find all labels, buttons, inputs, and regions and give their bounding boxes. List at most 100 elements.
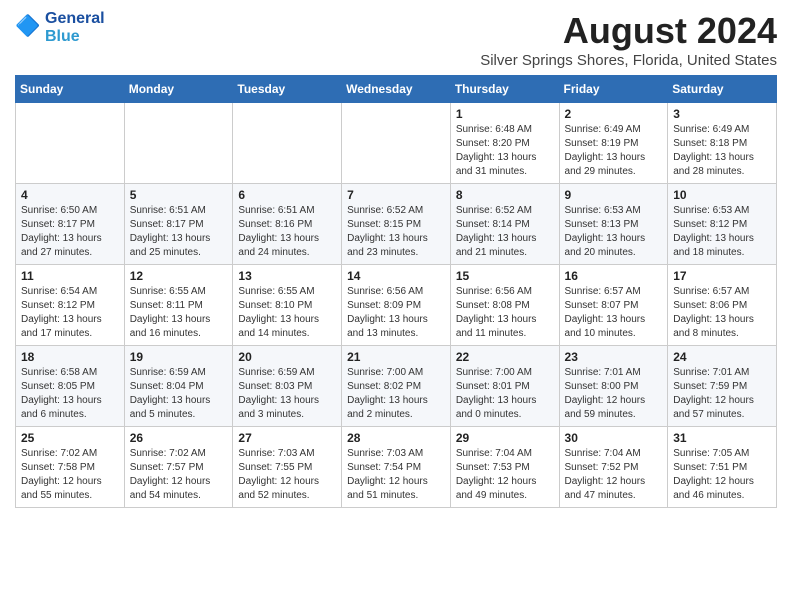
day-number: 27 — [238, 431, 336, 445]
day-number: 14 — [347, 269, 445, 283]
day-info: Sunrise: 6:57 AMSunset: 8:06 PMDaylight:… — [673, 285, 771, 341]
calendar-cell: 21 Sunrise: 7:00 AMSunset: 8:02 PMDayligh… — [342, 346, 451, 427]
calendar-cell: 2Sunrise: 6:49 AMSunset: 8:19 PMDaylight… — [559, 103, 668, 184]
day-number: 5 — [130, 188, 228, 202]
calendar-cell: 3Sunrise: 6:49 AMSunset: 8:18 PMDaylight… — [668, 103, 777, 184]
day-info: Sunrise: 6:53 AMSunset: 8:13 PMDaylight:… — [565, 204, 663, 260]
calendar-cell: 8 Sunrise: 6:52 AMSunset: 8:14 PMDaylight… — [450, 184, 559, 265]
day-info: Sunrise: 7:00 AMSunset: 8:02 PMDaylight:… — [347, 366, 445, 422]
day-number: 24 — [673, 350, 771, 364]
day-info: Sunrise: 7:04 AMSunset: 7:53 PMDaylight:… — [456, 447, 554, 503]
day-number: 1 — [456, 107, 554, 121]
day-info: Sunrise: 6:55 AMSunset: 8:11 PMDaylight:… — [130, 285, 228, 341]
calendar-cell — [233, 103, 342, 184]
day-number: 8 — [456, 188, 554, 202]
day-info: Sunrise: 6:56 AMSunset: 8:09 PMDaylight:… — [347, 285, 445, 341]
calendar-cell — [16, 103, 125, 184]
calendar-cell: 9 Sunrise: 6:53 AMSunset: 8:13 PMDaylight… — [559, 184, 668, 265]
day-info: Sunrise: 7:01 AMSunset: 7:59 PMDaylight:… — [673, 366, 771, 422]
day-number: 30 — [565, 431, 663, 445]
calendar-cell: 11 Sunrise: 6:54 AMSunset: 8:12 PMDayligh… — [16, 265, 125, 346]
weekday-header-friday: Friday — [559, 76, 668, 103]
calendar-cell: 10 Sunrise: 6:53 AMSunset: 8:12 PMDayligh… — [668, 184, 777, 265]
calendar-header: SundayMondayTuesdayWednesdayThursdayFrid… — [16, 76, 777, 103]
calendar-cell: 28Sunrise: 7:03 AMSunset: 7:54 PMDayligh… — [342, 427, 451, 508]
calendar-cell: 23 Sunrise: 7:01 AMSunset: 8:00 PMDayligh… — [559, 346, 668, 427]
weekday-header-tuesday: Tuesday — [233, 76, 342, 103]
day-info: Sunrise: 6:59 AMSunset: 8:04 PMDaylight:… — [130, 366, 228, 422]
day-info: Sunrise: 6:48 AMSunset: 8:20 PMDaylight:… — [456, 123, 554, 179]
day-number: 31 — [673, 431, 771, 445]
day-info: Sunrise: 7:00 AMSunset: 8:01 PMDaylight:… — [456, 366, 554, 422]
day-number: 22 — [456, 350, 554, 364]
day-number: 4 — [21, 188, 119, 202]
day-number: 25 — [21, 431, 119, 445]
day-number: 6 — [238, 188, 336, 202]
calendar-cell: 1 Sunrise: 6:48 AMSunset: 8:20 PMDaylight… — [450, 103, 559, 184]
calendar-week-row: 11 Sunrise: 6:54 AMSunset: 8:12 PMDayligh… — [16, 265, 777, 346]
weekday-header-thursday: Thursday — [450, 76, 559, 103]
page-subtitle: Silver Springs Shores, Florida, United S… — [480, 52, 777, 69]
day-number: 12 — [130, 269, 228, 283]
day-number: 20 — [238, 350, 336, 364]
day-info: Sunrise: 6:59 AMSunset: 8:03 PMDaylight:… — [238, 366, 336, 422]
day-info: Sunrise: 6:53 AMSunset: 8:12 PMDaylight:… — [673, 204, 771, 260]
day-info: Sunrise: 6:55 AMSunset: 8:10 PMDaylight:… — [238, 285, 336, 341]
weekday-header-sunday: Sunday — [16, 76, 125, 103]
calendar-cell: 5 Sunrise: 6:51 AMSunset: 8:17 PMDaylight… — [124, 184, 233, 265]
day-number: 15 — [456, 269, 554, 283]
calendar-cell: 17 Sunrise: 6:57 AMSunset: 8:06 PMDayligh… — [668, 265, 777, 346]
day-number: 29 — [456, 431, 554, 445]
weekday-header-saturday: Saturday — [668, 76, 777, 103]
day-info: Sunrise: 6:52 AMSunset: 8:14 PMDaylight:… — [456, 204, 554, 260]
calendar-cell: 31Sunrise: 7:05 AMSunset: 7:51 PMDayligh… — [668, 427, 777, 508]
day-info: Sunrise: 6:51 AMSunset: 8:17 PMDaylight:… — [130, 204, 228, 260]
calendar-cell: 4Sunrise: 6:50 AMSunset: 8:17 PMDaylight… — [16, 184, 125, 265]
day-number: 7 — [347, 188, 445, 202]
logo-icon: 🔷 — [15, 14, 43, 42]
calendar-cell: 7 Sunrise: 6:52 AMSunset: 8:15 PMDaylight… — [342, 184, 451, 265]
day-info: Sunrise: 6:57 AMSunset: 8:07 PMDaylight:… — [565, 285, 663, 341]
day-info: Sunrise: 7:03 AMSunset: 7:55 PMDaylight:… — [238, 447, 336, 503]
calendar-cell: 19 Sunrise: 6:59 AMSunset: 8:04 PMDayligh… — [124, 346, 233, 427]
calendar-cell: 26Sunrise: 7:02 AMSunset: 7:57 PMDayligh… — [124, 427, 233, 508]
calendar-cell: 12 Sunrise: 6:55 AMSunset: 8:11 PMDayligh… — [124, 265, 233, 346]
day-info: Sunrise: 6:52 AMSunset: 8:15 PMDaylight:… — [347, 204, 445, 260]
day-info: Sunrise: 7:01 AMSunset: 8:00 PMDaylight:… — [565, 366, 663, 422]
calendar-cell: 14 Sunrise: 6:56 AMSunset: 8:09 PMDayligh… — [342, 265, 451, 346]
day-number: 9 — [565, 188, 663, 202]
calendar-cell — [124, 103, 233, 184]
day-info: Sunrise: 6:56 AMSunset: 8:08 PMDaylight:… — [456, 285, 554, 341]
day-info: Sunrise: 7:02 AMSunset: 7:58 PMDaylight:… — [21, 447, 119, 503]
calendar-cell: 15 Sunrise: 6:56 AMSunset: 8:08 PMDayligh… — [450, 265, 559, 346]
day-number: 23 — [565, 350, 663, 364]
calendar-week-row: 1 Sunrise: 6:48 AMSunset: 8:20 PMDaylight… — [16, 103, 777, 184]
day-info: Sunrise: 6:58 AMSunset: 8:05 PMDaylight:… — [21, 366, 119, 422]
day-number: 3 — [673, 107, 771, 121]
day-info: Sunrise: 7:04 AMSunset: 7:52 PMDaylight:… — [565, 447, 663, 503]
calendar-cell: 29 Sunrise: 7:04 AMSunset: 7:53 PMDayligh… — [450, 427, 559, 508]
calendar-cell: 20 Sunrise: 6:59 AMSunset: 8:03 PMDayligh… — [233, 346, 342, 427]
day-info: Sunrise: 6:54 AMSunset: 8:12 PMDaylight:… — [21, 285, 119, 341]
day-info: Sunrise: 7:03 AMSunset: 7:54 PMDaylight:… — [347, 447, 445, 503]
day-number: 17 — [673, 269, 771, 283]
day-info: Sunrise: 6:51 AMSunset: 8:16 PMDaylight:… — [238, 204, 336, 260]
calendar-cell: 24 Sunrise: 7:01 AMSunset: 7:59 PMDayligh… — [668, 346, 777, 427]
calendar-body: 1 Sunrise: 6:48 AMSunset: 8:20 PMDaylight… — [16, 103, 777, 508]
calendar-cell: 18Sunrise: 6:58 AMSunset: 8:05 PMDayligh… — [16, 346, 125, 427]
day-number: 10 — [673, 188, 771, 202]
logo: 🔷 General Blue — [15, 10, 105, 45]
calendar-cell: 13Sunrise: 6:55 AMSunset: 8:10 PMDayligh… — [233, 265, 342, 346]
day-number: 11 — [21, 269, 119, 283]
day-number: 16 — [565, 269, 663, 283]
calendar-cell: 30 Sunrise: 7:04 AMSunset: 7:52 PMDayligh… — [559, 427, 668, 508]
day-info: Sunrise: 6:49 AMSunset: 8:19 PMDaylight:… — [565, 123, 663, 179]
calendar-cell: 6 Sunrise: 6:51 AMSunset: 8:16 PMDaylight… — [233, 184, 342, 265]
calendar-table: SundayMondayTuesdayWednesdayThursdayFrid… — [15, 75, 777, 508]
day-number: 21 — [347, 350, 445, 364]
day-number: 19 — [130, 350, 228, 364]
calendar-cell: 22 Sunrise: 7:00 AMSunset: 8:01 PMDayligh… — [450, 346, 559, 427]
calendar-week-row: 4Sunrise: 6:50 AMSunset: 8:17 PMDaylight… — [16, 184, 777, 265]
calendar-cell: 25 Sunrise: 7:02 AMSunset: 7:58 PMDayligh… — [16, 427, 125, 508]
calendar-cell — [342, 103, 451, 184]
